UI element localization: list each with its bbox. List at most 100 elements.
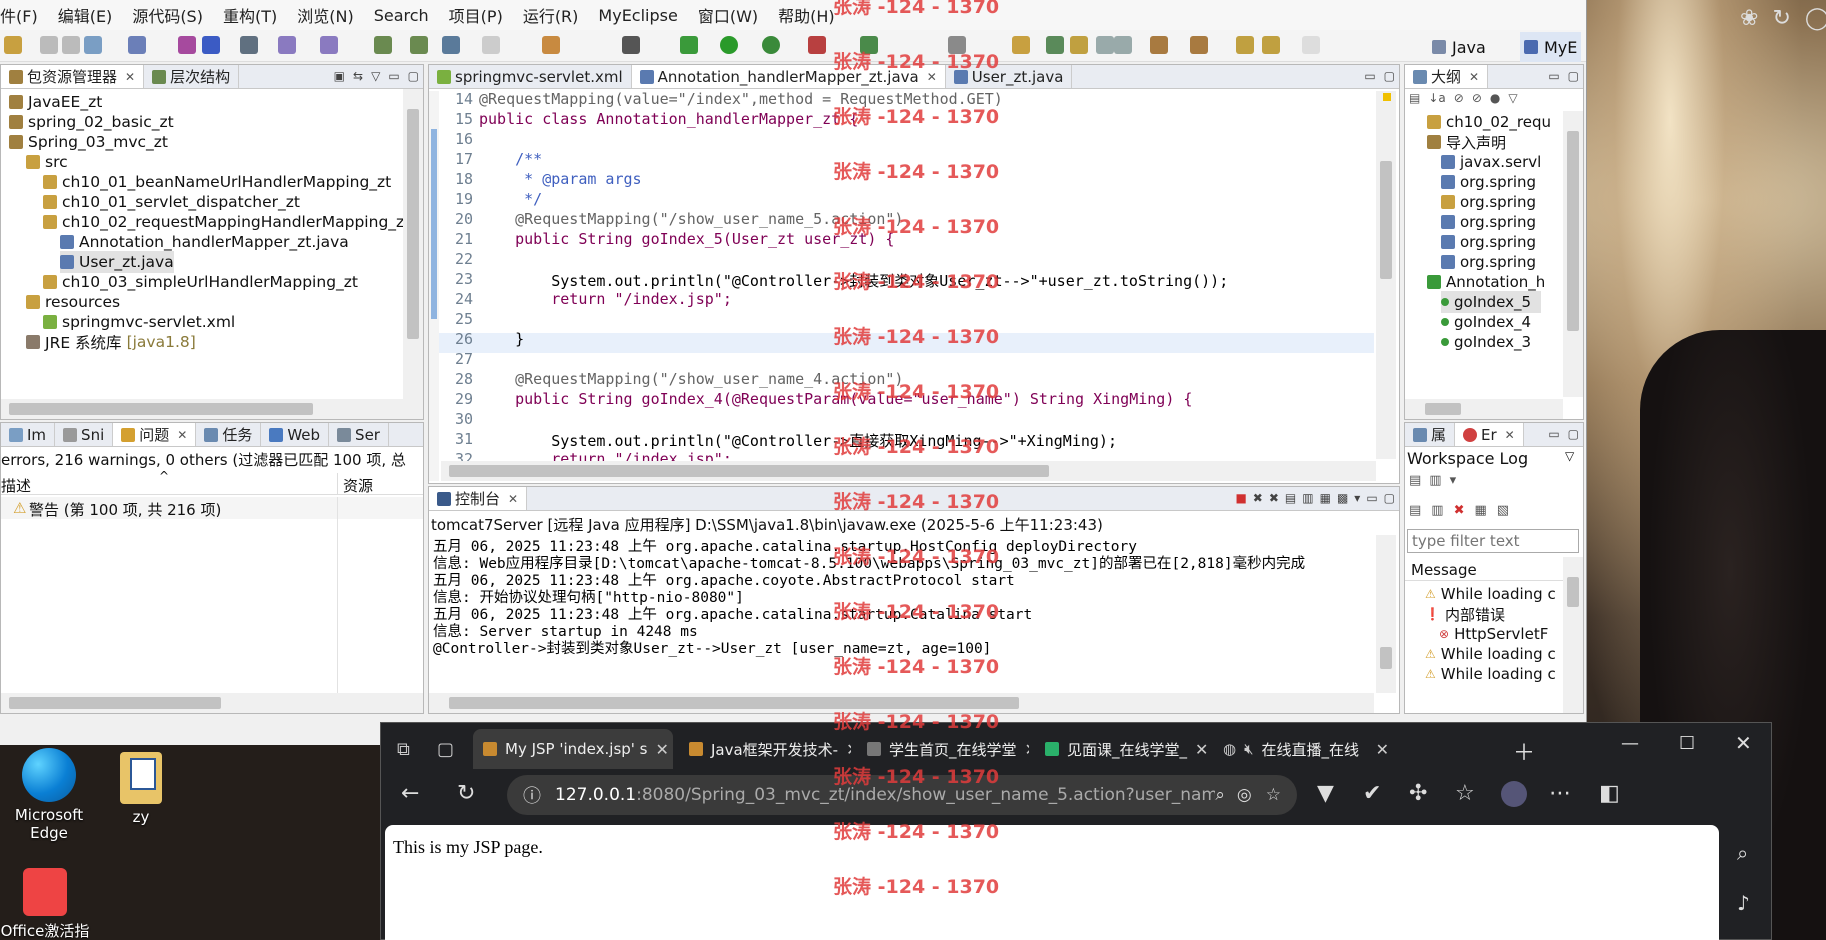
desktop-icon-zy[interactable]: zy — [96, 752, 186, 826]
prev-annotation-icon[interactable] — [1190, 36, 1208, 54]
tab-properties[interactable]: 属 — [1405, 423, 1456, 446]
log-entry[interactable]: ⚠ While loading c — [1425, 643, 1556, 665]
scroll-thumb[interactable] — [1567, 577, 1579, 607]
tree-item[interactable]: resources — [26, 291, 120, 313]
tree-item[interactable]: JavaEE_zt — [9, 91, 102, 113]
tree-item[interactable]: User_zt.java — [60, 251, 174, 273]
save-all-icon[interactable] — [62, 36, 80, 54]
tab-package-explorer[interactable]: 包资源管理器 ✕ — [1, 65, 145, 88]
block-icon[interactable] — [1096, 36, 1114, 54]
coverage-icon[interactable] — [860, 36, 878, 54]
close-icon[interactable]: ✕ — [125, 70, 135, 84]
menu-run[interactable]: 运行(R) — [513, 3, 589, 27]
globe-icon[interactable] — [442, 36, 460, 54]
scroll-thumb[interactable] — [1380, 647, 1392, 669]
new-tab-icon[interactable]: ＋ — [1513, 735, 1535, 767]
scroll-lock-icon[interactable]: ▥ — [1302, 491, 1313, 505]
outline-vscrollbar[interactable] — [1563, 111, 1583, 397]
open-console-icon[interactable]: ▾ — [1354, 491, 1360, 505]
restore-log-icon[interactable]: ▧ — [1497, 503, 1509, 518]
console-output[interactable]: 五月 06, 2025 11:23:48 上午 org.apache.catal… — [429, 535, 1374, 695]
terminate-icon[interactable]: ■ — [1235, 491, 1246, 505]
circle-icon[interactable]: ◯ — [1805, 6, 1826, 31]
menu-source[interactable]: 源代码(S) — [122, 3, 213, 27]
save-icon[interactable] — [40, 36, 58, 54]
more-menu-icon[interactable]: ⋯ — [1549, 781, 1571, 806]
extensions-puzzle-icon[interactable]: ✣ — [1409, 781, 1427, 806]
deploy-icon[interactable] — [202, 36, 220, 54]
menu-refactor[interactable]: 重构(T) — [213, 3, 287, 27]
view-menu-icon[interactable]: ▽ — [371, 69, 380, 83]
tab-console[interactable]: 控制台 ✕ — [429, 487, 528, 510]
delete-log-icon[interactable]: ▥ — [1431, 503, 1443, 518]
open-type-icon[interactable] — [128, 36, 146, 54]
column-description[interactable]: 描述 — [1, 475, 31, 496]
tree-item[interactable]: ch10_02_requestMappingHandlerMapping_zt — [43, 211, 410, 233]
desktop-icon-office[interactable]: Office激活指 — [0, 868, 90, 940]
delete-icon[interactable]: ✖ — [1454, 503, 1465, 518]
search-tool-icon[interactable] — [948, 36, 966, 54]
tab-servers[interactable]: Ser — [329, 423, 389, 446]
remove-all-icon[interactable]: ✖ — [1269, 491, 1279, 505]
back-icon[interactable] — [1236, 36, 1254, 54]
close-icon[interactable]: ✕ — [1505, 428, 1515, 442]
tab-im[interactable]: Im — [1, 423, 56, 446]
print-icon[interactable] — [84, 36, 102, 54]
zoom-icon[interactable]: ⌕ — [1215, 785, 1225, 805]
link-icon[interactable]: ⇆ — [353, 69, 363, 83]
search-sidebar-icon[interactable]: ⌕ — [1737, 841, 1748, 865]
scroll-thumb[interactable] — [9, 403, 313, 415]
maximize-icon[interactable]: ▢ — [1568, 69, 1579, 83]
open-log-icon[interactable]: ▦ — [1475, 503, 1487, 518]
close-icon[interactable]: ✕ — [1469, 70, 1479, 84]
outline-item[interactable]: org.spring — [1441, 211, 1536, 233]
close-tab-icon[interactable]: ✕ — [1195, 740, 1207, 759]
outline-item[interactable]: javax.servl — [1441, 151, 1541, 173]
dropdown-icon[interactable]: ▾ — [1450, 473, 1457, 488]
tree-item[interactable]: src — [26, 151, 68, 173]
extension-v-icon[interactable]: ▼ — [1317, 781, 1334, 806]
outline-item[interactable]: goIndex_5 — [1441, 291, 1541, 313]
menu-help[interactable]: 帮助(H) — [768, 3, 845, 27]
menu-file[interactable]: 件(F) — [0, 3, 48, 27]
perspective-myeclipse[interactable]: MyE — [1520, 32, 1582, 62]
clear-log-icon[interactable]: ▤ — [1409, 503, 1421, 518]
log-vscrollbar[interactable] — [1563, 557, 1583, 713]
menu-myeclipse[interactable]: MyEclipse — [588, 6, 687, 25]
address-bar[interactable]: ⓘ 127.0.0.1 :8080/Spring_03_mvc_zt/index… — [507, 775, 1297, 815]
scroll-thumb[interactable] — [1567, 131, 1579, 331]
highlight-icon[interactable] — [1070, 36, 1088, 54]
build-icon[interactable] — [374, 36, 392, 54]
hide-nonpublic-icon[interactable]: ● — [1490, 91, 1500, 111]
close-window-icon[interactable]: ✕ — [1735, 731, 1752, 755]
sidebar-toggle-icon[interactable]: ◧ — [1599, 781, 1620, 806]
outline-item[interactable]: goIndex_4 — [1441, 311, 1531, 333]
log-entry[interactable]: ⚠ While loading c — [1425, 663, 1556, 685]
scroll-thumb[interactable] — [1380, 161, 1392, 279]
browser-tab-live[interactable]: ◍ 🔇︎ 在线直播_在线 ✕ — [1213, 729, 1399, 769]
log-filter-input[interactable] — [1407, 529, 1579, 553]
log-entry[interactable]: ❗ 内部错误 — [1425, 603, 1505, 625]
outline-item[interactable]: org.spring — [1441, 191, 1536, 213]
extension-check-icon[interactable]: ✔ — [1363, 781, 1381, 806]
next-annotation-icon[interactable] — [1150, 36, 1168, 54]
show-whitespace-icon[interactable] — [1114, 36, 1132, 54]
wizard2-icon[interactable] — [320, 36, 338, 54]
minimize-icon[interactable]: ▭ — [1548, 427, 1559, 441]
tree-item[interactable]: ch10_03_simpleUrlHandlerMapping_zt — [43, 271, 358, 293]
remove-launch-icon[interactable]: ✖ — [1253, 491, 1263, 505]
back-icon[interactable]: ← — [401, 781, 419, 806]
sort-icon[interactable]: ↓a — [1428, 91, 1445, 111]
editor-vscrollbar[interactable] — [1376, 91, 1396, 459]
favorites-icon[interactable]: ☆ — [1455, 781, 1475, 806]
maximize-window-icon[interactable]: ☐ — [1679, 733, 1695, 754]
sync-icon[interactable]: ↻ — [1772, 6, 1790, 31]
import-log-icon[interactable]: ▥ — [1429, 473, 1441, 488]
mute-icon[interactable]: 🔇︎ — [1244, 740, 1253, 758]
view-menu-icon[interactable]: ▽ — [1508, 91, 1517, 111]
column-resource[interactable]: 资源 — [343, 475, 373, 496]
pin-console-icon[interactable]: ▩ — [1337, 491, 1348, 505]
tab-hierarchy[interactable]: 层次结构 — [144, 65, 240, 88]
menu-search[interactable]: Search — [364, 6, 439, 25]
package-tree-scrollbar[interactable] — [403, 89, 423, 419]
